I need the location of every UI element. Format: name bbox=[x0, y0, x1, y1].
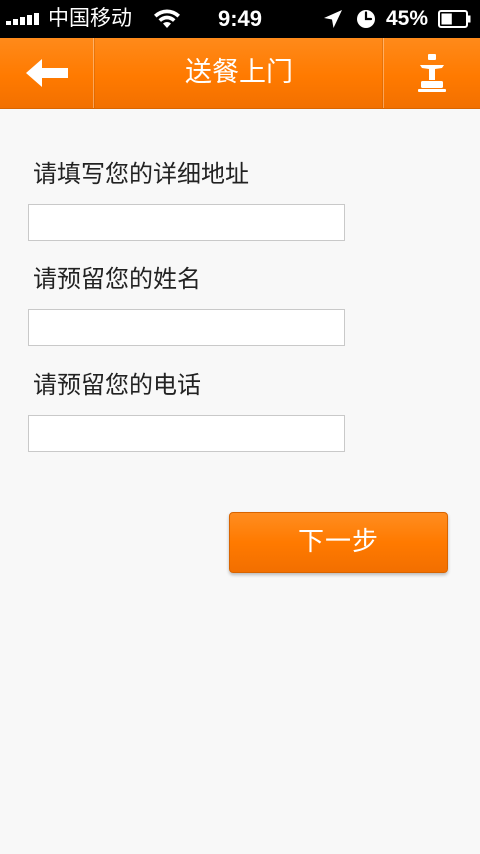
back-button[interactable] bbox=[0, 38, 94, 108]
address-input[interactable] bbox=[28, 204, 345, 241]
chef-button[interactable] bbox=[382, 38, 480, 108]
next-step-button[interactable]: 下一步 bbox=[229, 512, 448, 573]
battery-icon bbox=[438, 10, 471, 28]
phone-label: 请预留您的电话 bbox=[33, 371, 201, 399]
battery-percent: 45% bbox=[386, 7, 429, 30]
name-label: 请预留您的姓名 bbox=[33, 265, 201, 293]
address-label: 请填写您的详细地址 bbox=[33, 160, 249, 188]
back-arrow-icon bbox=[25, 59, 68, 87]
phone-input[interactable] bbox=[28, 415, 345, 452]
status-bar: 中国移动 9:49 45% bbox=[0, 0, 480, 38]
chef-icon bbox=[417, 54, 446, 92]
nav-bar: 送餐上门 bbox=[0, 38, 480, 109]
page-title: 送餐上门 bbox=[185, 57, 293, 88]
location-icon bbox=[324, 10, 342, 28]
clock-icon bbox=[357, 10, 375, 28]
name-input[interactable] bbox=[28, 309, 345, 346]
